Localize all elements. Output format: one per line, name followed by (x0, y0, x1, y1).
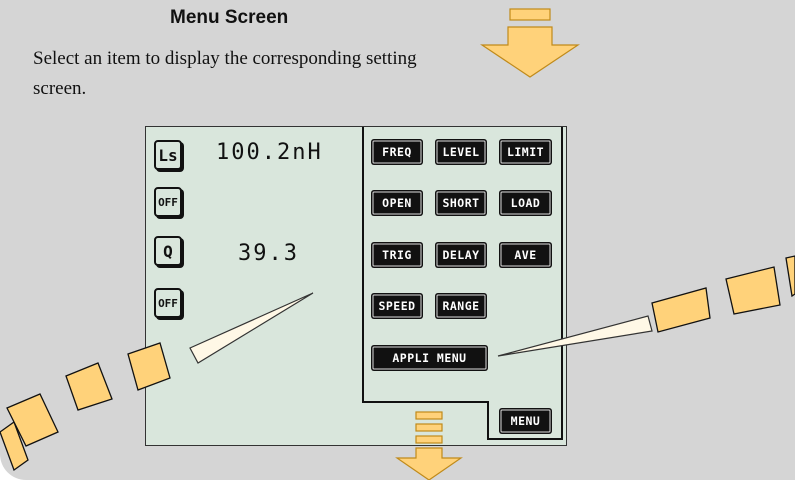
dashed-arrow-path (0, 255, 795, 472)
callout-left-wedge (189, 292, 314, 364)
annotation-overlay (0, 255, 795, 480)
arrow-down-bottom-icon (395, 411, 463, 480)
callout-right-wedge (497, 315, 653, 357)
